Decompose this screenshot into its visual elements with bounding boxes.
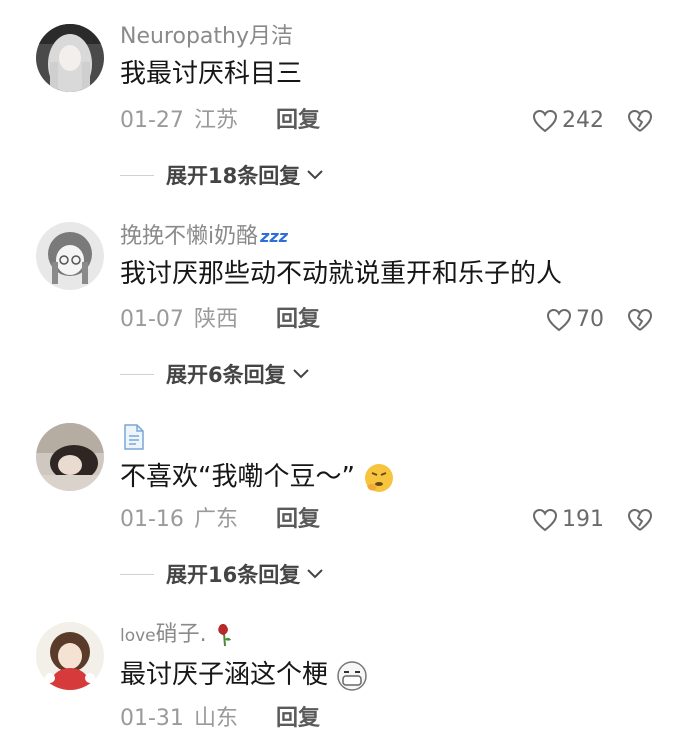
comment-text: 不喜欢“我嘞个豆～” (120, 461, 395, 494)
broken-heart-icon[interactable] (626, 108, 654, 134)
document-icon (124, 424, 144, 450)
comment-location: 广东 (193, 507, 238, 532)
username[interactable]: Neuropathy月洁 (120, 24, 293, 50)
like-count: 242 (562, 108, 604, 133)
like-count: 191 (562, 507, 604, 532)
username-text: 挽挽不懒i奶酪 (120, 224, 259, 249)
comment-location: 江苏 (193, 108, 238, 133)
thinking-face-emoji (365, 463, 394, 492)
like-button[interactable]: 70 (546, 307, 604, 333)
username[interactable]: 挽挽不懒i奶酪 zzz (120, 224, 288, 250)
wilted-rose-emoji (217, 624, 231, 647)
comment-meta: 01-27 江苏 (120, 108, 238, 134)
avatar[interactable] (36, 423, 104, 491)
comment-text: 最讨厌子涵这个梗 (120, 659, 368, 692)
comment-date: 01-31 (120, 706, 184, 731)
comment-meta: 01-07 陕西 (120, 307, 238, 333)
like-button[interactable]: 191 (532, 507, 604, 533)
broken-heart-icon[interactable] (626, 507, 654, 533)
zzz-icon: zzz (260, 227, 289, 246)
like-count: 70 (576, 307, 604, 332)
comment-date: 01-07 (120, 307, 184, 332)
comment-meta: 01-16 广东 (120, 507, 238, 533)
comment-meta: 01-31 山东 (120, 706, 238, 732)
comment-location: 陕西 (193, 307, 238, 332)
broken-heart-icon[interactable] (626, 307, 654, 333)
expand-replies-label: 展开16条回复 (166, 563, 301, 587)
heart-icon (532, 109, 558, 133)
heart-icon (532, 508, 558, 532)
comment-text: 我最讨厌科目三 (120, 59, 303, 89)
reply-button[interactable]: 回复 (276, 108, 320, 134)
divider-line (120, 573, 154, 575)
expand-replies-button[interactable]: 展开6条回复 (120, 359, 310, 389)
username-prefix: love (120, 626, 156, 646)
expand-replies-label: 展开6条回复 (166, 363, 286, 387)
username-text: 硝子. (155, 622, 207, 647)
heart-icon (546, 308, 572, 332)
expand-replies-button[interactable]: 展开18条回复 (120, 160, 324, 190)
divider-line (120, 174, 154, 176)
username[interactable]: love硝子. (120, 622, 234, 649)
avatar[interactable] (36, 24, 104, 92)
comment-text: 我讨厌那些动不动就说重开和乐子的人 (120, 259, 563, 289)
expand-replies-button[interactable]: 展开16条回复 (120, 559, 324, 589)
chevron-down-icon (292, 369, 309, 379)
avatar[interactable] (36, 222, 104, 290)
comment-text-content: 不喜欢“我嘞个豆～” (120, 462, 355, 492)
reply-button[interactable]: 回复 (276, 307, 320, 333)
like-button[interactable]: 242 (532, 108, 604, 134)
divider-line (120, 373, 154, 375)
chevron-down-icon (307, 170, 323, 180)
chevron-down-icon (307, 569, 323, 579)
reply-button[interactable]: 回复 (276, 706, 320, 732)
expand-replies-label: 展开18条回复 (166, 164, 301, 188)
reply-button[interactable]: 回复 (276, 507, 320, 533)
comment-text-content: 最讨厌子涵这个梗 (120, 660, 329, 690)
mask-face-emoji (337, 660, 368, 691)
comment-location: 山东 (193, 706, 238, 731)
avatar[interactable] (36, 622, 104, 690)
username-text: Neuropathy月洁 (120, 24, 293, 49)
comment-date: 01-27 (120, 108, 184, 133)
comment-date: 01-16 (120, 507, 184, 532)
